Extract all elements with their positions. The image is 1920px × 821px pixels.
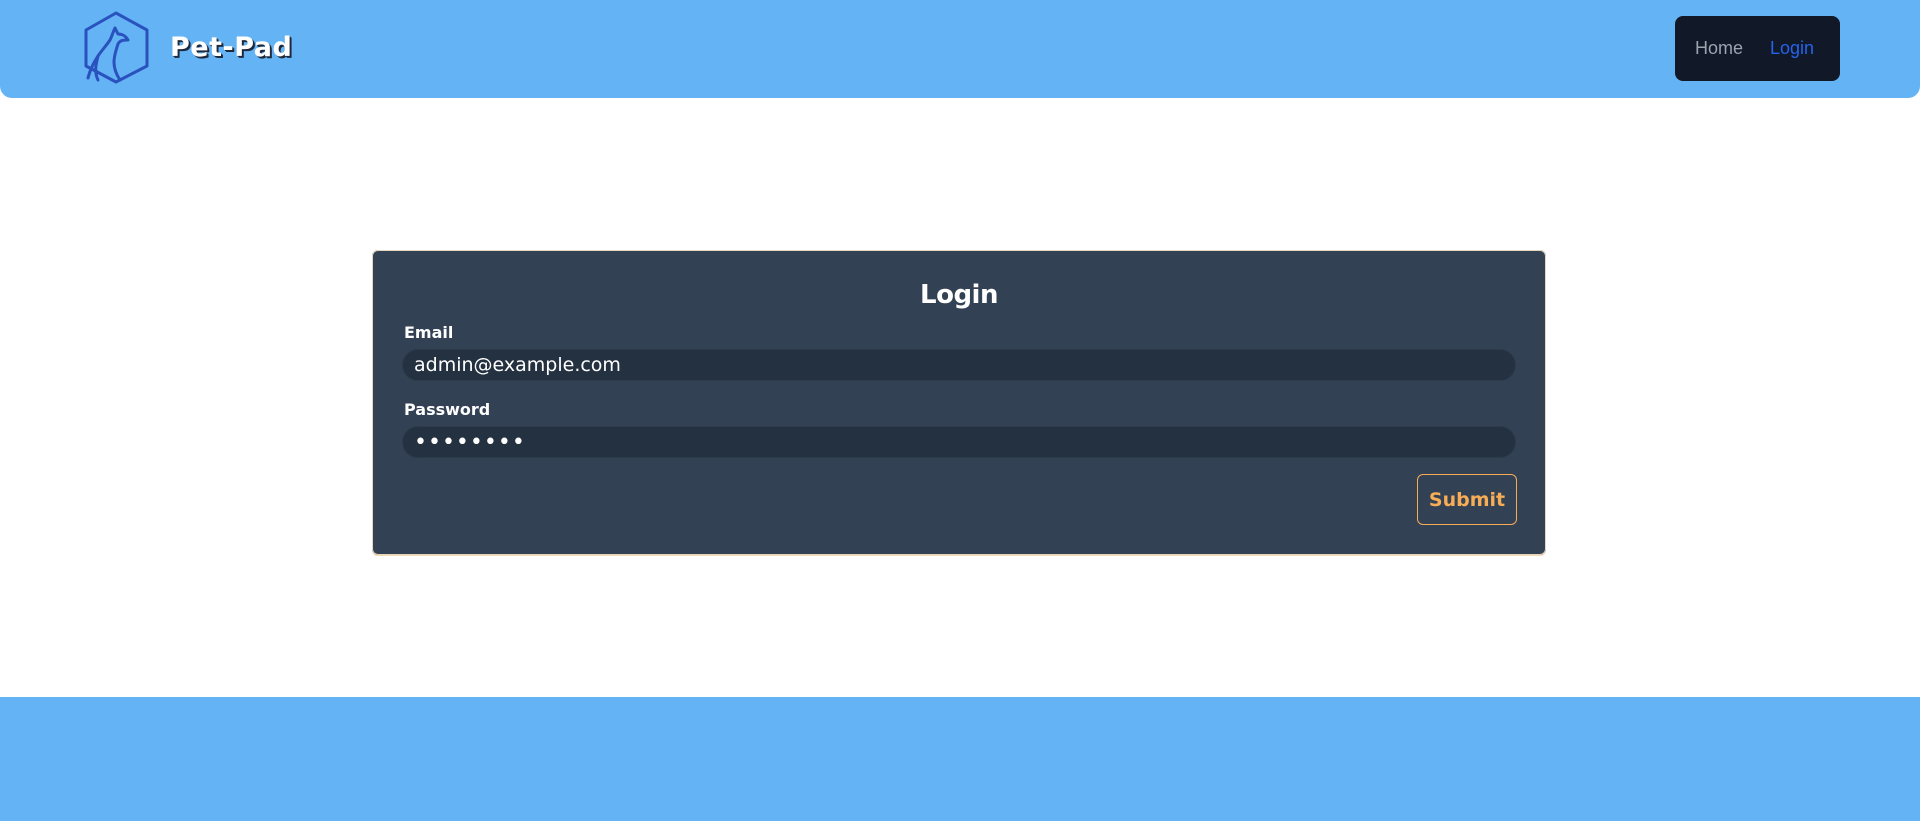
email-field[interactable]: [402, 349, 1516, 381]
brand-name: Pet-Pad: [170, 31, 293, 63]
main-nav: Home Login: [1675, 16, 1840, 81]
site-footer: [0, 697, 1920, 821]
site-header: Pet-Pad Home Login: [0, 0, 1920, 98]
nav-link-login[interactable]: Login: [1770, 38, 1814, 59]
pet-hexagon-logo-icon: [84, 11, 149, 84]
submit-button[interactable]: Submit: [1417, 474, 1517, 525]
brand[interactable]: Pet-Pad: [80, 10, 292, 84]
email-label: Email: [404, 323, 454, 342]
password-label: Password: [404, 400, 491, 419]
login-form: Login Email Password Submit: [372, 250, 1546, 555]
login-title: Login: [920, 280, 998, 310]
password-field[interactable]: [402, 426, 1516, 458]
nav-link-home[interactable]: Home: [1695, 38, 1743, 59]
